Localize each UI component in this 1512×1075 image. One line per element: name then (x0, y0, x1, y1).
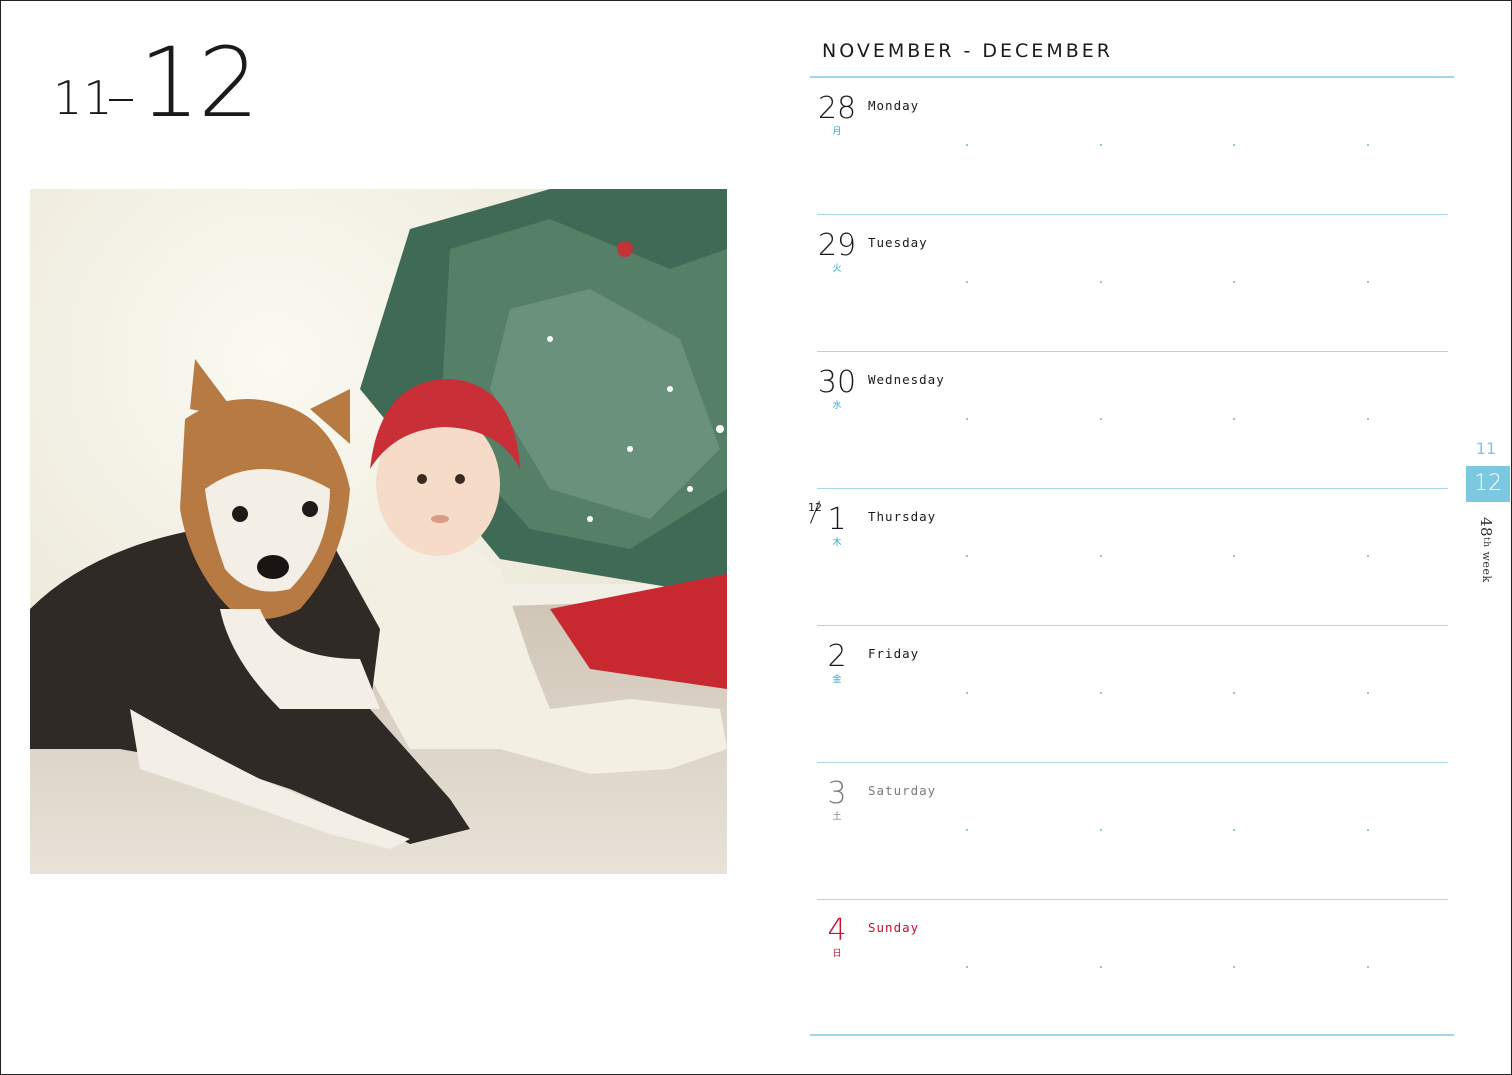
month-separator (109, 99, 133, 101)
day-row[interactable]: 121木Thursday (808, 489, 1448, 626)
guide-dot (966, 555, 968, 557)
day-kanji: 日 (832, 949, 842, 959)
guide-dot (966, 418, 968, 420)
day-row[interactable]: 29 火 Tuesday (817, 215, 1448, 352)
guide-dot (1100, 555, 1102, 557)
day-kanji: 金 (832, 675, 842, 685)
photo-dog-and-baby (30, 189, 727, 874)
guide-dot (966, 281, 968, 283)
day-number: 1 (827, 502, 847, 537)
day-number: 4 (827, 913, 847, 948)
guide-dot (1233, 418, 1235, 420)
day-name: Sunday (868, 920, 920, 935)
day-number: 28 (817, 91, 857, 126)
guide-dot (1100, 144, 1102, 146)
day-name: Friday (868, 646, 920, 661)
day-kanji: 水 (832, 401, 842, 411)
day-number: 30 (817, 365, 857, 400)
guide-dot (1100, 966, 1102, 968)
bottom-rule (810, 1034, 1454, 1036)
time-guide-dots (817, 555, 1448, 559)
guide-dot (1367, 692, 1369, 694)
tab-month-11[interactable]: 11 (1466, 439, 1506, 458)
day-name: Monday (868, 98, 920, 113)
photo-illustration (30, 189, 727, 874)
guide-dot (1367, 418, 1369, 420)
day-name: Saturday (868, 783, 937, 798)
current-month-number: 12 (139, 27, 259, 139)
time-guide-dots (817, 144, 1448, 148)
day-kanji: 土 (832, 812, 842, 822)
tab-month-12[interactable]: 12 (1466, 466, 1510, 502)
week-number: 48 (1477, 517, 1495, 538)
previous-month-number: 11 (53, 71, 114, 125)
guide-dot (1367, 281, 1369, 283)
day-kanji: 木 (832, 538, 842, 548)
guide-dot (966, 829, 968, 831)
planner-spread: 11 12 NOVEMBER - DECEMBER 28 月 Monday 29… (0, 0, 1512, 1075)
guide-dot (1367, 829, 1369, 831)
guide-dot (1233, 829, 1235, 831)
guide-dot (1100, 692, 1102, 694)
guide-dot (1367, 144, 1369, 146)
day-kanji: 火 (832, 264, 842, 274)
day-name: Tuesday (868, 235, 928, 250)
day-row[interactable]: 4 日 Sunday (817, 900, 1448, 1037)
day-row[interactable]: 3 土 Saturday (817, 763, 1448, 900)
guide-dot (1367, 555, 1369, 557)
week-word: week (1480, 551, 1493, 583)
time-guide-dots (817, 692, 1448, 696)
week-number-label: 48th week (1477, 517, 1495, 583)
time-guide-dots (817, 966, 1448, 970)
day-name: Thursday (868, 509, 937, 524)
guide-dot (1367, 966, 1369, 968)
guide-dot (1100, 418, 1102, 420)
guide-dot (966, 966, 968, 968)
guide-dot (1100, 281, 1102, 283)
day-row[interactable]: 28 月 Monday (817, 78, 1448, 215)
day-kanji: 月 (832, 127, 842, 137)
day-number: 29 (817, 228, 857, 263)
guide-dot (1100, 829, 1102, 831)
guide-dot (966, 144, 968, 146)
guide-dot (1233, 555, 1235, 557)
guide-dot (1233, 281, 1235, 283)
date-range-title: NOVEMBER - DECEMBER (822, 40, 1113, 62)
time-guide-dots (817, 829, 1448, 833)
day-row[interactable]: 30 水 Wednesday (817, 352, 1448, 489)
guide-dot (966, 692, 968, 694)
guide-dot (1233, 966, 1235, 968)
day-number: 2 (827, 639, 847, 674)
time-guide-dots (817, 281, 1448, 285)
week-suffix: th (1481, 537, 1491, 548)
time-guide-dots (817, 418, 1448, 422)
guide-dot (1233, 692, 1235, 694)
day-name: Wednesday (868, 372, 945, 387)
guide-dot (1233, 144, 1235, 146)
day-number: 3 (827, 776, 847, 811)
day-row[interactable]: 2 金 Friday (817, 626, 1448, 763)
